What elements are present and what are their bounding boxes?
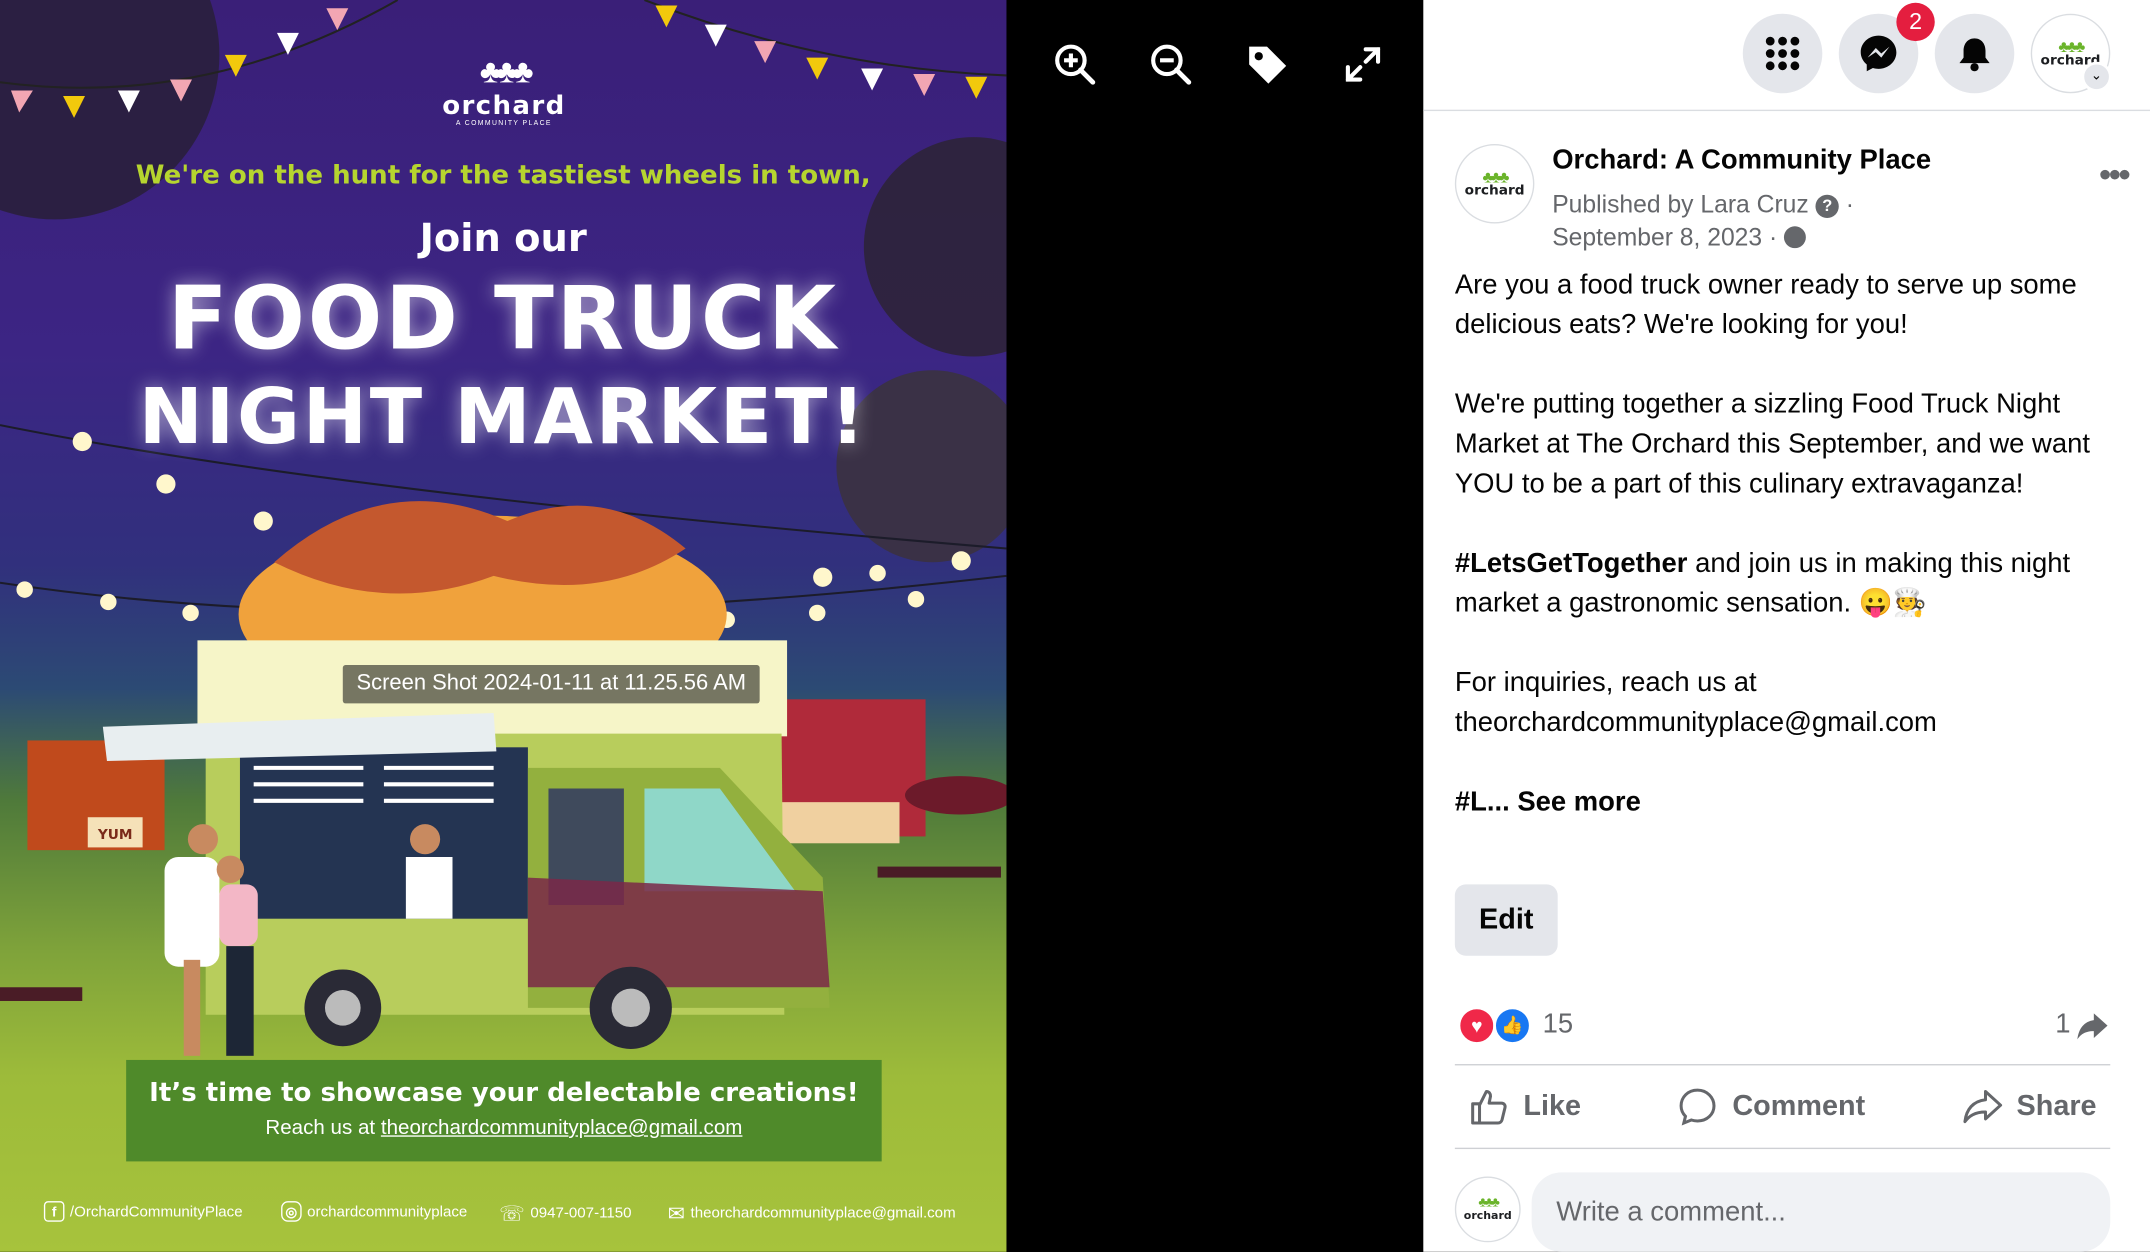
poster-banner-headline: It’s time to showcase your delectable cr… <box>149 1077 859 1108</box>
mail-icon: ✉ <box>667 1202 686 1226</box>
poster-title-line1: FOOD TRUCK <box>167 268 839 371</box>
poster-image[interactable]: YUM ♣♣♣ orchard A COMMUNITY PLACE We're … <box>0 0 1007 1252</box>
poster-banner-email: theorchardcommunityplace@gmail.com <box>380 1116 743 1140</box>
share-arrow-icon <box>2077 1012 2108 1039</box>
reactions-bar: ♥ 👍 15 1 <box>1455 1006 2120 1047</box>
poster-footer-phone: ☏ 0947-007-1150 <box>499 1201 631 1226</box>
stall-sign: YUM <box>97 827 133 843</box>
share-button[interactable]: Share <box>1948 1086 2110 1127</box>
share-label: Share <box>2016 1090 2097 1122</box>
poster-footer-facebook: f/OrchardCommunityPlace <box>43 1201 243 1222</box>
post-date[interactable]: September 8, 2023 <box>1552 224 1762 251</box>
phone-icon: ☏ <box>499 1202 525 1226</box>
poster-footer-email: ✉ theorchardcommunityplace@gmail.com <box>668 1201 956 1226</box>
poster-join-text: Join our <box>419 215 587 261</box>
published-by[interactable]: Published by Lara Cruz <box>1552 191 1809 218</box>
comment-input[interactable] <box>1531 1172 2111 1252</box>
orchard-page-logo: ♣♣♣ orchard <box>1464 167 1525 199</box>
messenger-icon <box>1860 35 1897 72</box>
top-bar: 2 ♣♣♣ orchard ⌄ <box>1423 0 2150 112</box>
post-paragraph: We're putting together a sizzling Food T… <box>1454 389 2090 500</box>
poster-footer: f/OrchardCommunityPlace ◎ orchardcommunit… <box>0 1201 1006 1228</box>
poster-banner: It’s time to showcase your delectable cr… <box>126 1059 882 1162</box>
post-actions: Like Comment Share <box>1454 1064 2111 1150</box>
photo-viewer: YUM ♣♣♣ orchard A COMMUNITY PLACE We're … <box>0 0 1424 1252</box>
inquiries-text: For inquiries, reach us at <box>1454 667 1757 698</box>
love-reaction-icon[interactable]: ♥ <box>1457 1006 1496 1045</box>
poster-footer-facebook-text: /OrchardCommunityPlace <box>69 1203 243 1220</box>
fullscreen-icon[interactable] <box>1340 41 1387 88</box>
poster-footer-phone-text: 0947-007-1150 <box>530 1205 632 1222</box>
post-paragraph: For inquiries, reach us at theorchardcomm… <box>1455 664 2120 744</box>
poster-hunt-text: We're on the hunt for the tastiest wheel… <box>135 160 871 191</box>
edit-button[interactable]: Edit <box>1454 884 1558 956</box>
menu-grid-icon[interactable] <box>1742 13 1823 94</box>
poster-footer-instagram-text: orchardcommunityplace <box>307 1203 468 1220</box>
thumbs-up-icon <box>1471 1089 1507 1125</box>
like-label: Like <box>1523 1090 1582 1122</box>
see-more-link[interactable]: See more <box>1517 787 1640 817</box>
globe-icon <box>1784 226 1807 249</box>
page-name[interactable]: Orchard: A Community Place <box>1552 145 1931 177</box>
post-paragraph: Are you a food truck owner ready to serv… <box>1454 270 2077 341</box>
share-icon <box>1962 1089 2002 1124</box>
like-button[interactable]: Like <box>1455 1086 1595 1127</box>
hashtag-link[interactable]: #LetsGetTogether <box>1455 548 1688 578</box>
orchard-commenter-logo: ♣♣♣ orchard <box>1463 1195 1512 1222</box>
post-paragraph: #L... See more <box>1455 783 2120 823</box>
commenter-avatar-word: orchard <box>1463 1209 1512 1222</box>
reaction-count[interactable]: 15 <box>1543 1009 1574 1041</box>
poster-title-line2: NIGHT MARKET! <box>138 372 868 463</box>
tag-icon[interactable] <box>1244 41 1291 88</box>
chevron-down-icon[interactable]: ⌄ <box>2081 61 2112 92</box>
zoom-out-icon[interactable] <box>1148 41 1195 88</box>
zoom-in-icon[interactable] <box>1052 41 1099 88</box>
post-meta: Published by Lara Cruz ? · September 8, … <box>1552 190 1855 251</box>
poster-logo-sub: A COMMUNITY PLACE <box>455 119 552 128</box>
instagram-icon: ◎ <box>281 1201 302 1222</box>
post-paragraph: #LetsGetTogether and join us in making t… <box>1455 544 2120 624</box>
poster-banner-reach-label: Reach us at <box>265 1116 376 1140</box>
share-count-number: 1 <box>2055 1009 2071 1040</box>
post-body: Are you a food truck owner ready to serv… <box>1455 266 2120 862</box>
page-avatar-word: orchard <box>1464 183 1525 199</box>
image-tooltip: Screen Shot 2024-01-11 at 11.25.56 AM <box>342 665 760 704</box>
comment-label: Comment <box>1732 1090 1866 1122</box>
post-panel: 2 ♣♣♣ orchard ⌄ ♣♣♣ orchard Orchard: A Com… <box>1423 0 2150 1252</box>
account-avatar[interactable]: ♣♣♣ orchard ⌄ <box>2030 13 2112 94</box>
help-icon[interactable]: ? <box>1815 194 1839 219</box>
page-avatar[interactable]: ♣♣♣ orchard <box>1454 143 1535 224</box>
facebook-icon: f <box>43 1201 65 1222</box>
messenger-button[interactable]: 2 <box>1838 2 1935 94</box>
tree-logo-icon: ♣♣♣ <box>479 53 534 91</box>
poster-footer-instagram: ◎ orchardcommunityplace <box>281 1201 467 1222</box>
notifications-bell-icon[interactable] <box>1934 13 2015 94</box>
messenger-badge: 2 <box>1896 2 1935 42</box>
poster-footer-email-text: theorchardcommunityplace@gmail.com <box>690 1205 956 1222</box>
comment-button[interactable]: Comment <box>1664 1086 1879 1127</box>
share-count[interactable]: 1 <box>2055 1009 2109 1041</box>
hashtag-truncated[interactable]: #L... <box>1455 787 1510 817</box>
poster-logo-word: orchard <box>442 90 566 121</box>
comment-icon <box>1680 1088 1717 1126</box>
poster-logo: ♣♣♣ orchard A COMMUNITY PLACE <box>439 53 569 128</box>
like-reaction-icon[interactable]: 👍 <box>1493 1006 1532 1045</box>
commenter-avatar[interactable]: ♣♣♣ orchard <box>1454 1176 1521 1243</box>
poster-banner-reach: Reach us at theorchardcommunityplace@gma… <box>126 1116 882 1139</box>
inquiries-email: theorchardcommunityplace@gmail.com <box>1454 707 1937 738</box>
more-options-icon[interactable]: ••• <box>2099 156 2131 192</box>
